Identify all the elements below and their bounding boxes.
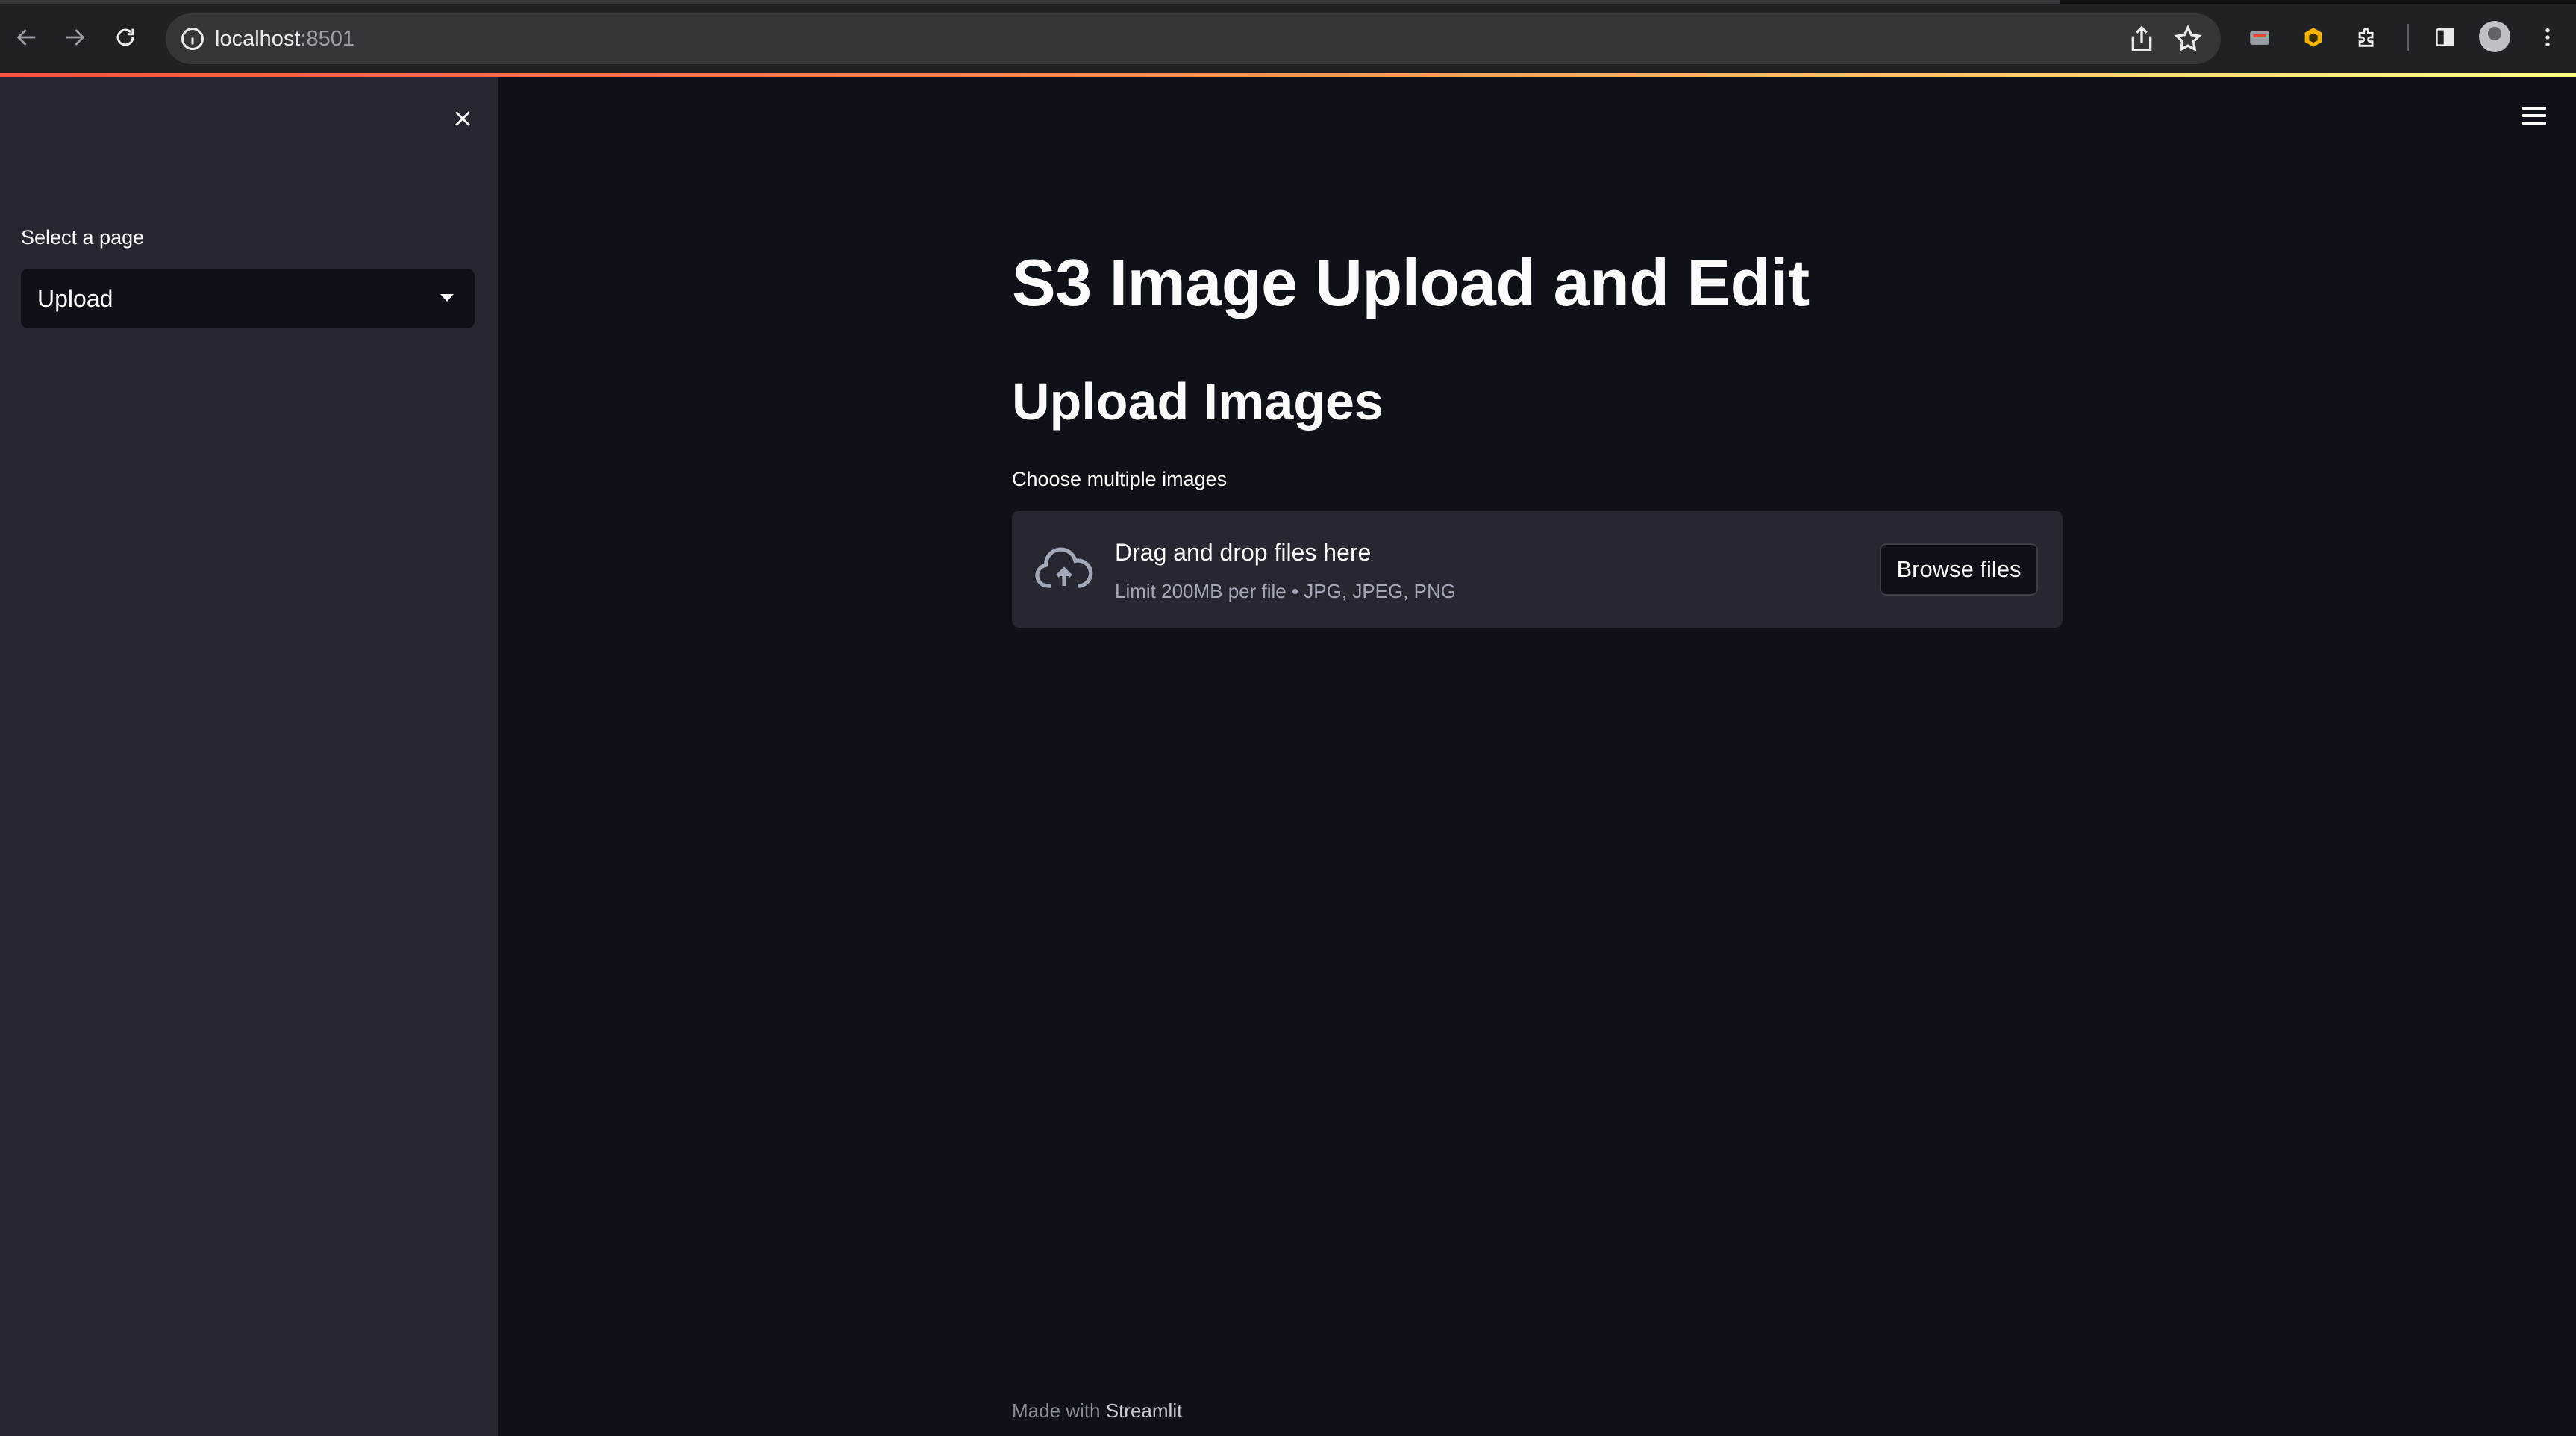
side-panel-icon[interactable] [2428,21,2461,54]
page-select-value: Upload [37,284,113,312]
footer-prefix: Made with [1012,1399,1106,1422]
site-info-icon[interactable] [179,25,206,52]
cloud-upload-icon [1035,547,1093,588]
tab-strip [0,0,2576,4]
main-content: S3 Image Upload and Edit Upload Images C… [498,77,2576,1436]
footer: Made with Streamlit [1012,1399,1182,1423]
url-text[interactable]: localhost:8501 [215,13,354,64]
address-bar[interactable]: localhost:8501 [166,13,2221,64]
share-icon[interactable] [2127,24,2157,54]
toolbar-divider [2407,24,2409,51]
caret-down-icon [440,294,454,302]
extension-icon[interactable] [2243,21,2276,54]
streamlit-link[interactable]: Streamlit [1106,1399,1183,1422]
puzzle-icon[interactable] [2351,21,2383,54]
sidebar: Select a page Upload [0,77,498,1436]
dropzone-title: Drag and drop files here [1115,539,1372,566]
file-uploader-label: Choose multiple images [1012,468,1228,490]
back-icon[interactable] [6,16,48,58]
reload-icon[interactable] [104,16,146,58]
forward-icon[interactable] [54,16,96,58]
page-select[interactable]: Upload [21,269,475,328]
browse-files-button[interactable]: Browse files [1880,543,2038,596]
dropzone-limit-text: Limit 200MB per file • JPG, JPEG, PNG [1115,580,1457,602]
close-icon[interactable] [442,98,484,140]
hamburger-menu-icon[interactable] [2513,95,2555,137]
browser-toolbar: localhost:8501 [0,0,2576,73]
bookmark-star-icon[interactable] [2173,24,2203,54]
kebab-menu-icon[interactable] [2531,21,2564,54]
select-page-label: Select a page [21,226,145,249]
profile-avatar[interactable] [2479,21,2510,52]
file-dropzone[interactable]: Drag and drop files here Limit 200MB per… [1012,511,2063,628]
page-title: S3 Image Upload and Edit [1012,246,1810,319]
extension-icon[interactable] [2297,21,2330,54]
section-title: Upload Images [1012,372,1384,431]
